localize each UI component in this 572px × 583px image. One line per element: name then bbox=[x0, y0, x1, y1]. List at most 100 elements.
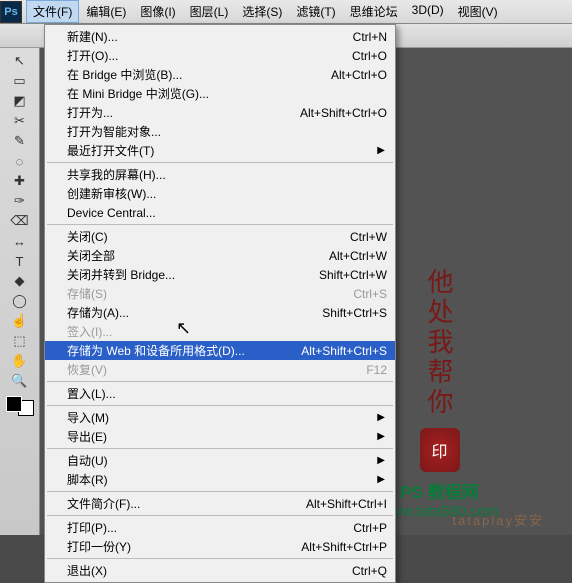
tool-5[interactable]: ◌ bbox=[9, 151, 31, 171]
menubar-item-8[interactable]: 视图(V) bbox=[451, 0, 505, 23]
menu-shortcut: Ctrl+P bbox=[353, 521, 387, 535]
menu-item[interactable]: 打印(P)... Ctrl+P bbox=[45, 518, 395, 537]
submenu-arrow-icon: ▶ bbox=[377, 474, 385, 485]
menu-shortcut: Alt+Shift+Ctrl+P bbox=[301, 540, 387, 554]
menu-label: 存储为(A)... bbox=[67, 304, 302, 321]
menu-label: 在 Bridge 中浏览(B)... bbox=[67, 66, 311, 83]
ps-logo-icon: Ps bbox=[0, 1, 22, 23]
menubar-item-0[interactable]: 文件(F) bbox=[26, 0, 79, 23]
menu-item[interactable]: 导出(E)▶ bbox=[45, 427, 395, 446]
file-menu-dropdown: 新建(N)...Ctrl+N打开(O)...Ctrl+O在 Bridge 中浏览… bbox=[44, 24, 396, 583]
menu-label: 最近打开文件(T) bbox=[67, 142, 387, 159]
menu-label: 打印(P)... bbox=[67, 519, 333, 536]
menu-shortcut: Ctrl+W bbox=[350, 230, 387, 244]
foreground-color[interactable] bbox=[6, 396, 22, 412]
menu-shortcut: Alt+Ctrl+O bbox=[331, 68, 387, 82]
menu-label: 置入(L)... bbox=[67, 385, 387, 402]
menu-label: 共享我的屏幕(H)... bbox=[67, 166, 387, 183]
menu-label: 导出(E) bbox=[67, 428, 387, 445]
menu-item[interactable]: 打开(O)...Ctrl+O bbox=[45, 46, 395, 65]
menu-separator bbox=[47, 405, 393, 406]
tool-0[interactable]: ↖ bbox=[9, 51, 31, 71]
menu-item[interactable]: 创建新审核(W)... bbox=[45, 184, 395, 203]
menu-item[interactable]: 文件简介(F)...Alt+Shift+Ctrl+I bbox=[45, 494, 395, 513]
menubar-item-7[interactable]: 3D(D) bbox=[405, 0, 451, 23]
tool-8[interactable]: ⌫ bbox=[9, 211, 31, 231]
menu-label: 文件简介(F)... bbox=[67, 495, 286, 512]
menu-label: 脚本(R) bbox=[67, 471, 387, 488]
menu-label: 自动(U) bbox=[67, 452, 387, 469]
menu-separator bbox=[47, 381, 393, 382]
menu-item[interactable]: 置入(L)... bbox=[45, 384, 395, 403]
menu-item[interactable]: 自动(U)▶ bbox=[45, 451, 395, 470]
menu-item[interactable]: 共享我的屏幕(H)... bbox=[45, 165, 395, 184]
menu-separator bbox=[47, 162, 393, 163]
menu-shortcut: Ctrl+S bbox=[353, 287, 387, 301]
menu-item[interactable]: 打开为... Alt+Shift+Ctrl+O bbox=[45, 103, 395, 122]
menu-shortcut: F12 bbox=[366, 363, 387, 377]
menubar-item-5[interactable]: 滤镜(T) bbox=[289, 0, 342, 23]
menubar-item-4[interactable]: 选择(S) bbox=[235, 0, 289, 23]
tool-14[interactable]: ⬚ bbox=[9, 331, 31, 351]
tool-12[interactable]: ◯ bbox=[9, 291, 31, 311]
tool-16[interactable]: 🔍 bbox=[9, 371, 31, 391]
menu-label: 存储为 Web 和设备所用格式(D)... bbox=[67, 342, 281, 359]
menu-item[interactable]: 关闭(C)Ctrl+W bbox=[45, 227, 395, 246]
bottom-signature: tataplay安安 bbox=[452, 510, 544, 529]
menu-shortcut: Ctrl+Q bbox=[352, 564, 387, 578]
menu-item[interactable]: 在 Mini Bridge 中浏览(G)... bbox=[45, 84, 395, 103]
menu-label: 新建(N)... bbox=[67, 28, 333, 45]
submenu-arrow-icon: ▶ bbox=[377, 412, 385, 423]
watermark-calligraphy: 他处我帮你 bbox=[421, 268, 458, 418]
menu-separator bbox=[47, 491, 393, 492]
menu-shortcut: Alt+Ctrl+W bbox=[329, 249, 387, 263]
menubar-item-1[interactable]: 编辑(E) bbox=[79, 0, 133, 23]
menu-item[interactable]: 最近打开文件(T)▶ bbox=[45, 141, 395, 160]
menu-separator bbox=[47, 558, 393, 559]
menu-item[interactable]: 关闭全部 Alt+Ctrl+W bbox=[45, 246, 395, 265]
menu-item: 签入(I)... bbox=[45, 322, 395, 341]
menu-label: 关闭全部 bbox=[67, 247, 309, 264]
menu-item[interactable]: Device Central... bbox=[45, 203, 395, 222]
menu-label: 退出(X) bbox=[67, 562, 332, 579]
menu-label: 存储(S) bbox=[67, 285, 333, 302]
menu-label: 打开为... bbox=[67, 104, 280, 121]
menu-item[interactable]: 在 Bridge 中浏览(B)... Alt+Ctrl+O bbox=[45, 65, 395, 84]
menu-label: 打开为智能对象... bbox=[67, 123, 387, 140]
menubar-item-3[interactable]: 图层(L) bbox=[183, 0, 236, 23]
menu-item[interactable]: 新建(N)...Ctrl+N bbox=[45, 27, 395, 46]
tool-15[interactable]: ✋ bbox=[9, 351, 31, 371]
menu-item[interactable]: 退出(X) Ctrl+Q bbox=[45, 561, 395, 580]
menubar-item-2[interactable]: 图像(I) bbox=[133, 0, 182, 23]
menu-label: 创建新审核(W)... bbox=[67, 185, 387, 202]
menu-item[interactable]: 脚本(R)▶ bbox=[45, 470, 395, 489]
menu-shortcut: Ctrl+O bbox=[352, 49, 387, 63]
menu-item[interactable]: 关闭并转到 Bridge...Shift+Ctrl+W bbox=[45, 265, 395, 284]
menu-item[interactable]: 存储为 Web 和设备所用格式(D)...Alt+Shift+Ctrl+S bbox=[45, 341, 395, 360]
menu-item[interactable]: 导入(M)▶ bbox=[45, 408, 395, 427]
menu-shortcut: Shift+Ctrl+W bbox=[319, 268, 387, 282]
menu-label: 签入(I)... bbox=[67, 323, 387, 340]
tool-1[interactable]: ▭ bbox=[9, 71, 31, 91]
menu-item: 恢复(V) F12 bbox=[45, 360, 395, 379]
tool-11[interactable]: ◆ bbox=[9, 271, 31, 291]
menu-label: 恢复(V) bbox=[67, 361, 346, 378]
color-swatch[interactable] bbox=[6, 396, 34, 416]
menu-item[interactable]: 打开为智能对象... bbox=[45, 122, 395, 141]
menubar-item-6[interactable]: 思维论坛 bbox=[343, 0, 405, 23]
tool-9[interactable]: ↔ bbox=[9, 231, 31, 251]
menu-item[interactable]: 存储为(A)...Shift+Ctrl+S bbox=[45, 303, 395, 322]
tool-7[interactable]: ✑ bbox=[9, 191, 31, 211]
tool-10[interactable]: T bbox=[9, 251, 31, 271]
tools-panel: ↖▭◩✂✎◌✚✑⌫↔T◆◯☝⬚✋🔍 bbox=[0, 48, 40, 535]
tool-2[interactable]: ◩ bbox=[9, 91, 31, 111]
menu-separator bbox=[47, 448, 393, 449]
menu-shortcut: Alt+Shift+Ctrl+O bbox=[300, 106, 387, 120]
tool-6[interactable]: ✚ bbox=[9, 171, 31, 191]
tool-13[interactable]: ☝ bbox=[9, 311, 31, 331]
menu-item[interactable]: 打印一份(Y) Alt+Shift+Ctrl+P bbox=[45, 537, 395, 556]
menu-label: 打印一份(Y) bbox=[67, 538, 281, 555]
tool-3[interactable]: ✂ bbox=[9, 111, 31, 131]
tool-4[interactable]: ✎ bbox=[9, 131, 31, 151]
menu-item: 存储(S) Ctrl+S bbox=[45, 284, 395, 303]
